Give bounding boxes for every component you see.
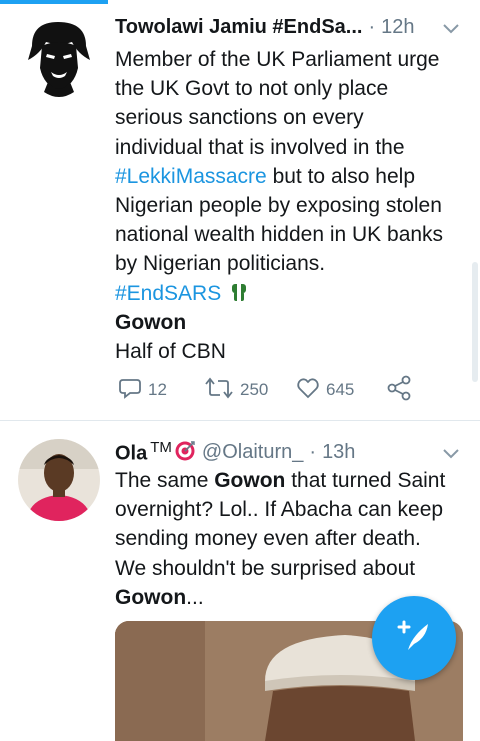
tweet-line: #EndSARS	[115, 279, 460, 308]
text-run: The same	[115, 469, 215, 492]
like-button[interactable]: 645	[296, 374, 354, 406]
handle[interactable]: @Olaiturn_	[202, 441, 303, 464]
tweet-actions: 12 250 645	[118, 374, 418, 406]
chevron-down-icon[interactable]	[442, 443, 460, 466]
avatar[interactable]	[18, 439, 100, 521]
reply-count: 12	[148, 380, 167, 399]
tweet-line: sending money even after death.	[115, 527, 421, 551]
tweet-line: by Nigerian politicians.	[115, 252, 326, 276]
tweet-line: individual that is involved in the	[115, 135, 405, 159]
like-count: 645	[326, 380, 355, 399]
tweet-line: Nigerian people by exposing stolen	[115, 194, 442, 218]
tweet-line: national wealth hidden in UK banks	[115, 223, 444, 247]
tweet-line: Half of CBN	[115, 340, 226, 364]
text-run: ...	[186, 585, 204, 609]
tweet-line: We shouldn't be surprised about	[115, 556, 416, 580]
tweet[interactable]: Towolawi Jamiu #EndSa... · 12h Member of…	[0, 0, 480, 420]
tweet-line: overnight? Lol.. If Abacha can keep	[115, 498, 444, 522]
tweet-text: The same Gowon that turned Saint overnig…	[115, 466, 460, 612]
reply-icon	[118, 376, 148, 405]
display-name[interactable]: Towolawi Jamiu #EndSa...	[115, 16, 362, 39]
display-name[interactable]: Ola TM	[115, 439, 172, 466]
retweet-icon	[204, 376, 240, 405]
separator-dot: ·	[368, 15, 376, 38]
text-run-bold: Gowon	[115, 585, 187, 609]
share-icon	[386, 375, 418, 406]
tweet-line: serious sanctions on every	[115, 106, 364, 130]
tweet-line: Member of the UK Parliament urge	[115, 48, 440, 71]
tm-mark: TM	[150, 438, 172, 456]
hashtag-link[interactable]: #EndSARS	[115, 282, 221, 305]
text-run-bold: Gowon	[214, 469, 286, 492]
timestamp[interactable]: 13h	[322, 441, 355, 464]
avatar[interactable]	[18, 16, 100, 98]
chevron-down-icon[interactable]	[442, 18, 460, 41]
timestamp[interactable]: 12h	[381, 16, 414, 39]
tweet-header: Towolawi Jamiu #EndSa... · 12h	[115, 12, 460, 42]
tweet-text: Member of the UK Parliament urge the UK …	[115, 45, 460, 366]
tweet-line: The same Gowon that turned Saint	[115, 466, 460, 495]
text-run: that turned Saint	[285, 469, 446, 492]
target-emoji-icon	[174, 440, 196, 464]
retweet-button[interactable]: 250	[204, 374, 268, 406]
compose-tweet-icon	[394, 616, 434, 661]
separator-dot: ·	[309, 440, 317, 463]
tweet-line: the UK Govt to not only place	[115, 77, 389, 101]
compose-tweet-button[interactable]	[372, 596, 456, 680]
retweet-count: 250	[240, 380, 269, 399]
tweet-line: #LekkiMassacre but to also help	[115, 162, 460, 191]
like-icon	[296, 376, 326, 405]
tweet-line: Gowon	[115, 310, 187, 334]
hashtag-link[interactable]: #LekkiMassacre	[115, 165, 267, 188]
display-name-text: Ola	[115, 442, 148, 465]
reply-button[interactable]: 12	[118, 374, 167, 406]
tweet-header: Ola TM @Olaiturn_ · 13h	[115, 437, 460, 467]
raised-fist-emoji-icon	[227, 282, 247, 305]
tweet-line-tail: but to also help	[266, 164, 416, 188]
share-button[interactable]	[386, 374, 418, 406]
